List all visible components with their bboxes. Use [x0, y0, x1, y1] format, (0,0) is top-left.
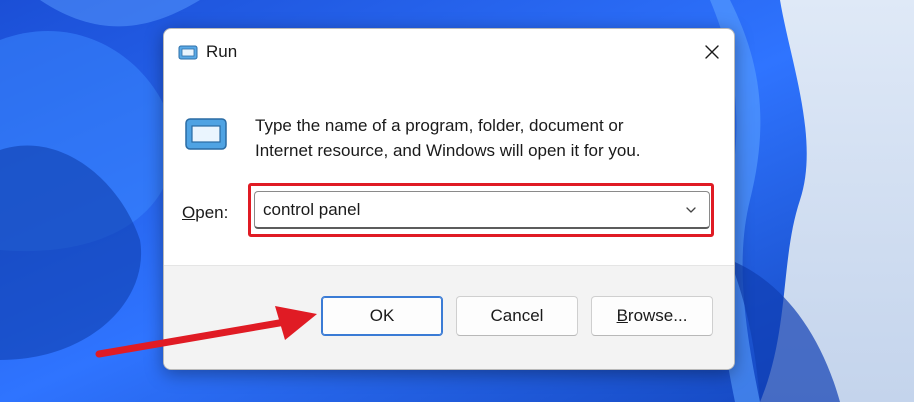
run-icon	[178, 45, 198, 60]
ok-button-label: OK	[369, 306, 395, 325]
run-icon	[185, 118, 227, 150]
close-icon	[705, 45, 719, 59]
close-button[interactable]	[690, 29, 734, 75]
description-line: Type the name of a program, folder, docu…	[255, 116, 624, 135]
dialog-description: Type the name of a program, folder, docu…	[255, 113, 705, 163]
red-arrow-icon	[95, 306, 317, 358]
dialog-title: Run	[206, 42, 238, 61]
browse-button[interactable]: Browse...	[591, 296, 713, 336]
browse-label-text: rowse...	[627, 306, 688, 325]
ok-button[interactable]: OK	[321, 296, 443, 336]
open-label: Open:	[182, 203, 228, 223]
cancel-button[interactable]: Cancel	[456, 296, 578, 336]
open-label-text: pen:	[195, 203, 229, 222]
open-combobox[interactable]	[254, 191, 710, 229]
open-input[interactable]	[263, 195, 673, 225]
chevron-down-icon[interactable]	[685, 204, 697, 216]
open-label-accelerator: O	[182, 203, 196, 222]
cancel-button-label: Cancel	[490, 306, 544, 325]
browse-button-label: Browse...	[617, 306, 688, 326]
description-line: Internet resource, and Windows will open…	[255, 141, 641, 160]
title-bar[interactable]: Run	[164, 29, 734, 75]
browse-accelerator: B	[616, 306, 628, 325]
